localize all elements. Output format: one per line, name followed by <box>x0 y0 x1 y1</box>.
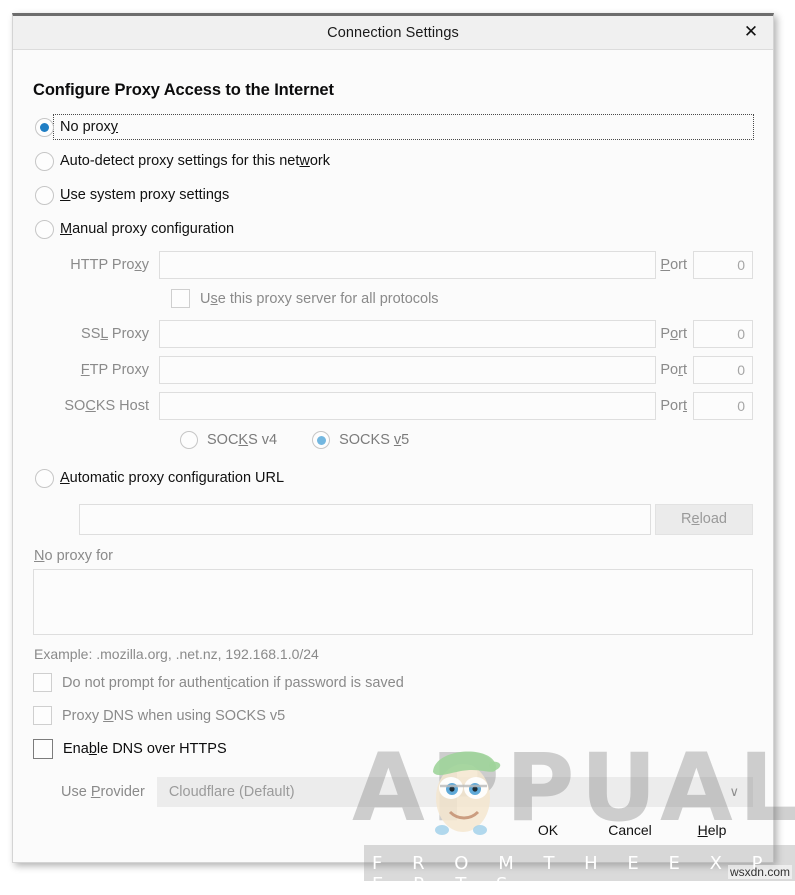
chevron-down-icon: ∨ <box>729 785 739 800</box>
close-icon[interactable]: ✕ <box>729 16 773 48</box>
radio-auto-detect[interactable]: Auto-detect proxy settings for this netw… <box>33 144 753 178</box>
field-row-http-proxy: HTTP Proxy Port 0 <box>33 248 753 282</box>
input-socks-host[interactable] <box>159 392 657 420</box>
label-http-proxy: HTTP Proxy <box>70 257 149 273</box>
checkbox-label-enable-doh: Enable DNS over HTTPS <box>63 740 227 757</box>
input-http-port[interactable]: 0 <box>693 251 753 279</box>
input-ftp-port[interactable]: 0 <box>693 356 753 384</box>
label-http-port: Port <box>660 257 687 273</box>
checkbox-label-no-auth-prompt: Do not prompt for authentication if pass… <box>62 674 404 691</box>
checkbox-label-all-protocols: Use this proxy server for all protocols <box>200 290 439 307</box>
connection-settings-dialog: Connection Settings ✕ Configure Proxy Ac… <box>12 13 774 863</box>
dialog-content: Configure Proxy Access to the Internet N… <box>13 50 773 810</box>
radio-label-pac-url: Automatic proxy configuration URL <box>60 470 285 486</box>
radio-use-system[interactable]: Use system proxy settings <box>33 178 753 212</box>
radio-indicator <box>35 117 54 137</box>
ok-button[interactable]: OK <box>507 816 589 844</box>
input-pac-url[interactable] <box>79 503 651 535</box>
radio-socks-v5[interactable]: SOCKS v5 <box>303 431 409 449</box>
provider-row: Use Provider Cloudflare (Default) ∨ <box>33 774 753 810</box>
radio-label-socks-v4: SOCKS v4 <box>207 432 278 448</box>
label-socks-port: Port <box>660 398 687 414</box>
radio-label-box: Use system proxy settings <box>54 183 233 207</box>
help-button[interactable]: Help <box>671 816 753 844</box>
radio-indicator <box>180 431 198 449</box>
checkbox-indicator <box>171 289 190 308</box>
radio-pac-url[interactable]: Automatic proxy configuration URL <box>33 461 753 495</box>
radio-label-no-proxy: No proxy <box>60 119 119 135</box>
label-ftp-port: Port <box>660 362 687 378</box>
dialog-title: Connection Settings <box>327 24 459 41</box>
watermark-site: wsxdn.com <box>727 865 792 879</box>
label-ftp-proxy: FTP Proxy <box>80 362 149 378</box>
example-text: Example: .mozilla.org, .net.nz, 192.168.… <box>34 646 319 662</box>
input-ftp-proxy[interactable] <box>159 356 657 384</box>
radio-socks-v4[interactable]: SOCKS v4 <box>171 431 277 449</box>
input-ssl-proxy[interactable] <box>159 320 657 348</box>
page-title: Configure Proxy Access to the Internet <box>33 81 334 99</box>
radio-indicator <box>35 219 54 239</box>
cancel-button[interactable]: Cancel <box>589 816 671 844</box>
radio-label-box: No proxy <box>53 114 754 140</box>
dialog-titlebar: Connection Settings ✕ <box>13 16 773 50</box>
label-socks-host: SOCKS Host <box>64 398 149 414</box>
input-socks-port[interactable]: 0 <box>693 392 753 420</box>
radio-label-use-system: Use system proxy settings <box>60 187 230 203</box>
radio-label-box: Automatic proxy configuration URL <box>54 466 288 490</box>
label-ssl-proxy: SSL Proxy <box>81 326 149 342</box>
checkbox-no-auth-prompt[interactable]: Do not prompt for authentication if pass… <box>33 666 753 699</box>
checkbox-indicator <box>33 673 52 692</box>
label-use-provider: Use Provider <box>61 784 145 800</box>
radio-indicator <box>35 151 54 171</box>
label-ssl-port: Port <box>660 326 687 342</box>
checkbox-use-for-all-protocols[interactable]: Use this proxy server for all protocols <box>33 282 753 315</box>
select-provider-value: Cloudflare (Default) <box>168 784 295 800</box>
label-no-proxy-for: No proxy for <box>34 548 113 564</box>
select-provider[interactable]: Cloudflare (Default) ∨ <box>156 777 753 807</box>
reload-button[interactable]: Re load <box>655 503 753 535</box>
input-ssl-port[interactable]: 0 <box>693 320 753 348</box>
field-row-socks-host: SOCKS Host Port 0 <box>33 389 753 423</box>
radio-label-box: Auto-detect proxy settings for this netw… <box>54 149 334 173</box>
field-row-ssl-proxy: SSL Proxy Port 0 <box>33 317 753 351</box>
radio-label-box: Manual proxy configuration <box>54 217 238 241</box>
input-http-proxy[interactable] <box>159 251 657 279</box>
pac-url-row: Re load <box>33 499 753 539</box>
field-row-ftp-proxy: FTP Proxy Port 0 <box>33 353 753 387</box>
textarea-no-proxy-for[interactable] <box>33 569 753 635</box>
radio-indicator <box>35 468 54 488</box>
radio-manual[interactable]: Manual proxy configuration <box>33 212 753 246</box>
radio-indicator <box>312 431 331 449</box>
radio-label-socks-v5: SOCKS v5 <box>339 432 410 448</box>
radio-label-manual: Manual proxy configuration <box>60 221 235 237</box>
radio-indicator <box>35 185 54 205</box>
dialog-actions: OK Cancel Help <box>507 816 753 844</box>
screen: Connection Settings ✕ Configure Proxy Ac… <box>0 0 795 895</box>
checkbox-proxy-dns-socks5[interactable]: Proxy DNS when using SOCKS v5 <box>33 699 753 732</box>
radio-label-auto-detect: Auto-detect proxy settings for this netw… <box>60 153 331 169</box>
checkbox-indicator <box>33 738 53 759</box>
checkbox-indicator <box>33 706 52 725</box>
radio-no-proxy[interactable]: No proxy <box>33 110 754 144</box>
socks-version-group: SOCKS v4 SOCKS v5 <box>33 423 753 457</box>
checkbox-enable-doh[interactable]: Enable DNS over HTTPS <box>33 732 753 765</box>
checkbox-label-proxy-dns: Proxy DNS when using SOCKS v5 <box>62 707 286 724</box>
